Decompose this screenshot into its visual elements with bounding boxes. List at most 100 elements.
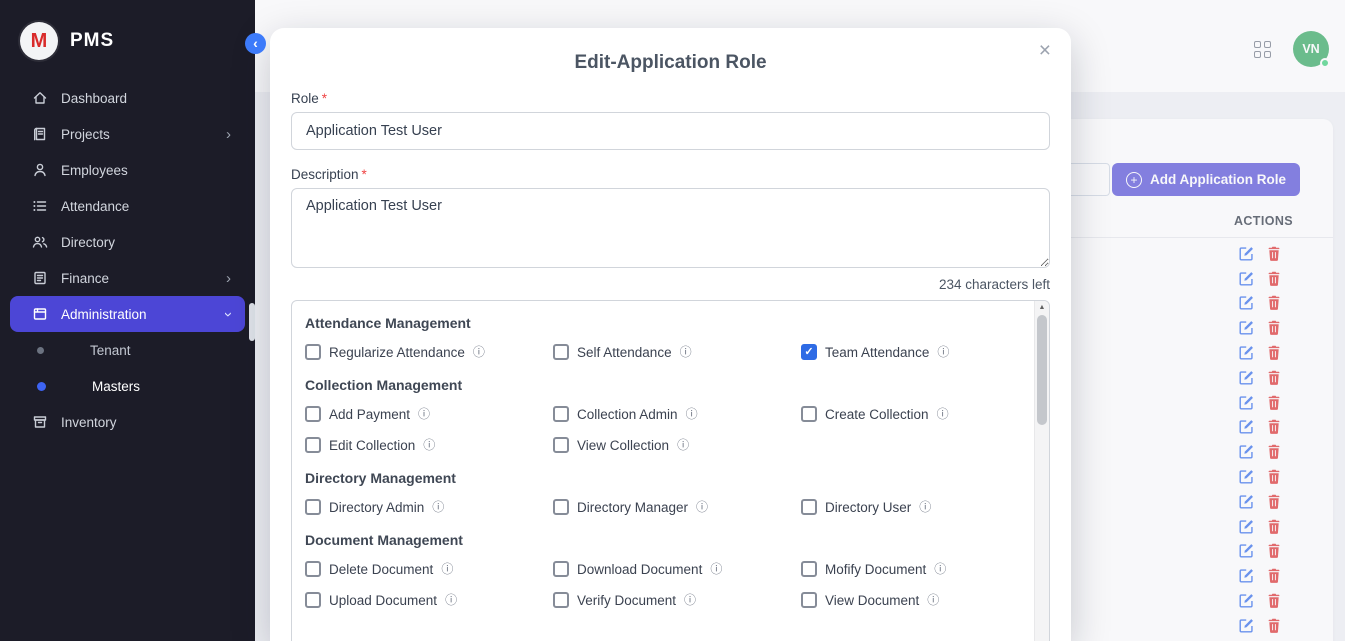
scrollbar-thumb[interactable] (1037, 315, 1047, 425)
info-icon[interactable]: ⓘ (418, 408, 430, 420)
app-name: PMS (70, 30, 114, 52)
permission-label: Download Document (577, 562, 702, 577)
info-icon[interactable]: ⓘ (423, 439, 435, 451)
info-icon[interactable]: ⓘ (684, 594, 696, 606)
permissions-list: Attendance Management ✓ Regularize Attenda… (305, 315, 1019, 608)
permission-label: Directory Admin (329, 500, 424, 515)
list-icon (32, 198, 48, 214)
checkbox-edit-collection[interactable]: ✓ (305, 437, 321, 453)
checkbox-directory-user[interactable]: ✓ (801, 499, 817, 515)
person-icon (32, 162, 48, 178)
sidebar-item-label: Inventory (61, 415, 117, 430)
info-icon[interactable]: ⓘ (473, 346, 485, 358)
permission-label: Add Payment (329, 407, 410, 422)
permission-label: View Document (825, 593, 919, 608)
sidebar-subitem-masters[interactable]: Masters (10, 368, 245, 404)
role-label-text: Role (291, 91, 319, 106)
checkbox-view-document[interactable]: ✓ (801, 592, 817, 608)
checkbox-collection-admin[interactable]: ✓ (553, 406, 569, 422)
info-icon[interactable]: ⓘ (919, 501, 931, 513)
checkbox-create-collection[interactable]: ✓ (801, 406, 817, 422)
edit-application-role-modal: Edit-Application Role × Role* Descriptio… (270, 28, 1071, 641)
checkbox-directory-manager[interactable]: ✓ (553, 499, 569, 515)
description-label: Description* (291, 167, 1050, 182)
checkbox-upload-document[interactable]: ✓ (305, 592, 321, 608)
permission-label: Team Attendance (825, 345, 929, 360)
checkbox-verify-document[interactable]: ✓ (553, 592, 569, 608)
permission-item: ✓ View Document ⓘ (801, 592, 1019, 608)
checkbox-mofify-document[interactable]: ✓ (801, 561, 817, 577)
permission-label: Edit Collection (329, 438, 415, 453)
permission-item: ✓Verify Documentⓘ (553, 592, 801, 608)
modal-title: Edit-Application Role (291, 52, 1050, 74)
info-icon[interactable]: ⓘ (445, 594, 457, 606)
checkbox-directory-admin[interactable]: ✓ (305, 499, 321, 515)
sidebar-nav: DashboardProjects›EmployeesAttendanceDir… (0, 80, 255, 440)
sidebar-subitem-tenant[interactable]: Tenant (10, 332, 245, 368)
info-icon[interactable]: ⓘ (432, 501, 444, 513)
sidebar-item-attendance[interactable]: Attendance (10, 188, 245, 224)
sidebar-item-dashboard[interactable]: Dashboard (10, 80, 245, 116)
sidebar-item-employees[interactable]: Employees (10, 152, 245, 188)
sidebar-item-projects[interactable]: Projects› (10, 116, 245, 152)
sidebar-item-administration[interactable]: Administration› (10, 296, 245, 332)
permission-item: ✓ Mofify Document ⓘ (801, 561, 1019, 577)
checkbox-team-attendance[interactable]: ✓ (801, 344, 817, 360)
role-input[interactable] (291, 112, 1050, 150)
permission-item: ✓ Regularize Attendance ⓘ (305, 344, 553, 360)
permission-item: ✓ View Collection ⓘ (553, 437, 801, 453)
permission-label: Directory User (825, 500, 911, 515)
description-textarea[interactable]: Application Test User (291, 188, 1050, 268)
permission-section: Directory Management✓Directory Adminⓘ✓Di… (305, 470, 1019, 515)
sidebar-item-finance[interactable]: Finance› (10, 260, 245, 296)
permission-label: Regularize Attendance (329, 345, 465, 360)
bullet-icon (37, 382, 46, 391)
sidebar-item-label: Projects (61, 127, 110, 142)
info-icon[interactable]: ⓘ (680, 346, 692, 358)
info-icon[interactable]: ⓘ (927, 594, 939, 606)
checkbox-self-attendance[interactable]: ✓ (553, 344, 569, 360)
permission-item: ✓ Directory Admin ⓘ (305, 499, 553, 515)
sidebar-item-inventory[interactable]: Inventory (10, 404, 245, 440)
permission-label: Mofify Document (825, 562, 926, 577)
permission-section: Collection Management✓Add Paymentⓘ✓Colle… (305, 377, 1019, 453)
sidebar: M PMS DashboardProjects›EmployeesAttenda… (0, 0, 255, 641)
projects-icon (32, 126, 48, 142)
info-icon[interactable]: ⓘ (677, 439, 689, 451)
info-icon[interactable]: ⓘ (710, 563, 722, 575)
characters-left-counter: 234 characters left (291, 277, 1050, 292)
permission-section-title: Document Management (305, 532, 1019, 548)
sidebar-item-label: Dashboard (61, 91, 127, 106)
permission-section-title: Collection Management (305, 377, 1019, 393)
permission-section: Attendance Management ✓ Regularize Attenda… (305, 315, 1019, 360)
info-icon[interactable]: ⓘ (934, 563, 946, 575)
checkbox-regularize-attendance[interactable]: ✓ (305, 344, 321, 360)
role-label: Role* (291, 91, 1050, 106)
sidebar-item-directory[interactable]: Directory (10, 224, 245, 260)
info-icon[interactable]: ⓘ (696, 501, 708, 513)
sidebar-item-label: Finance (61, 271, 109, 286)
info-icon[interactable]: ⓘ (686, 408, 698, 420)
chevron-down-icon: › (221, 312, 236, 317)
scroll-up-icon[interactable]: ▲ (1035, 304, 1049, 311)
checkbox-add-payment[interactable]: ✓ (305, 406, 321, 422)
checkbox-delete-document[interactable]: ✓ (305, 561, 321, 577)
permission-label: Upload Document (329, 593, 437, 608)
permission-item: ✓ Directory User ⓘ (801, 499, 1019, 515)
scrollbar[interactable]: ▲ ▼ (1034, 301, 1049, 641)
sidebar-item-label: Directory (61, 235, 115, 250)
permission-label: Directory Manager (577, 500, 688, 515)
checkbox-download-document[interactable]: ✓ (553, 561, 569, 577)
info-icon[interactable]: ⓘ (937, 408, 949, 420)
permission-label: Delete Document (329, 562, 433, 577)
info-icon[interactable]: ⓘ (937, 346, 949, 358)
checkbox-view-collection[interactable]: ✓ (553, 437, 569, 453)
permission-label: View Collection (577, 438, 669, 453)
sidebar-collapse-button[interactable]: ‹ (245, 33, 266, 54)
close-icon[interactable]: × (1035, 36, 1055, 65)
permission-section: Document Management ✓ Delete Document ⓘ ✓ Dow… (305, 532, 1019, 608)
permission-item: ✓Collection Adminⓘ (553, 406, 801, 422)
people-icon (32, 234, 48, 250)
permission-section-title: Attendance Management (305, 315, 1019, 331)
info-icon[interactable]: ⓘ (441, 563, 453, 575)
